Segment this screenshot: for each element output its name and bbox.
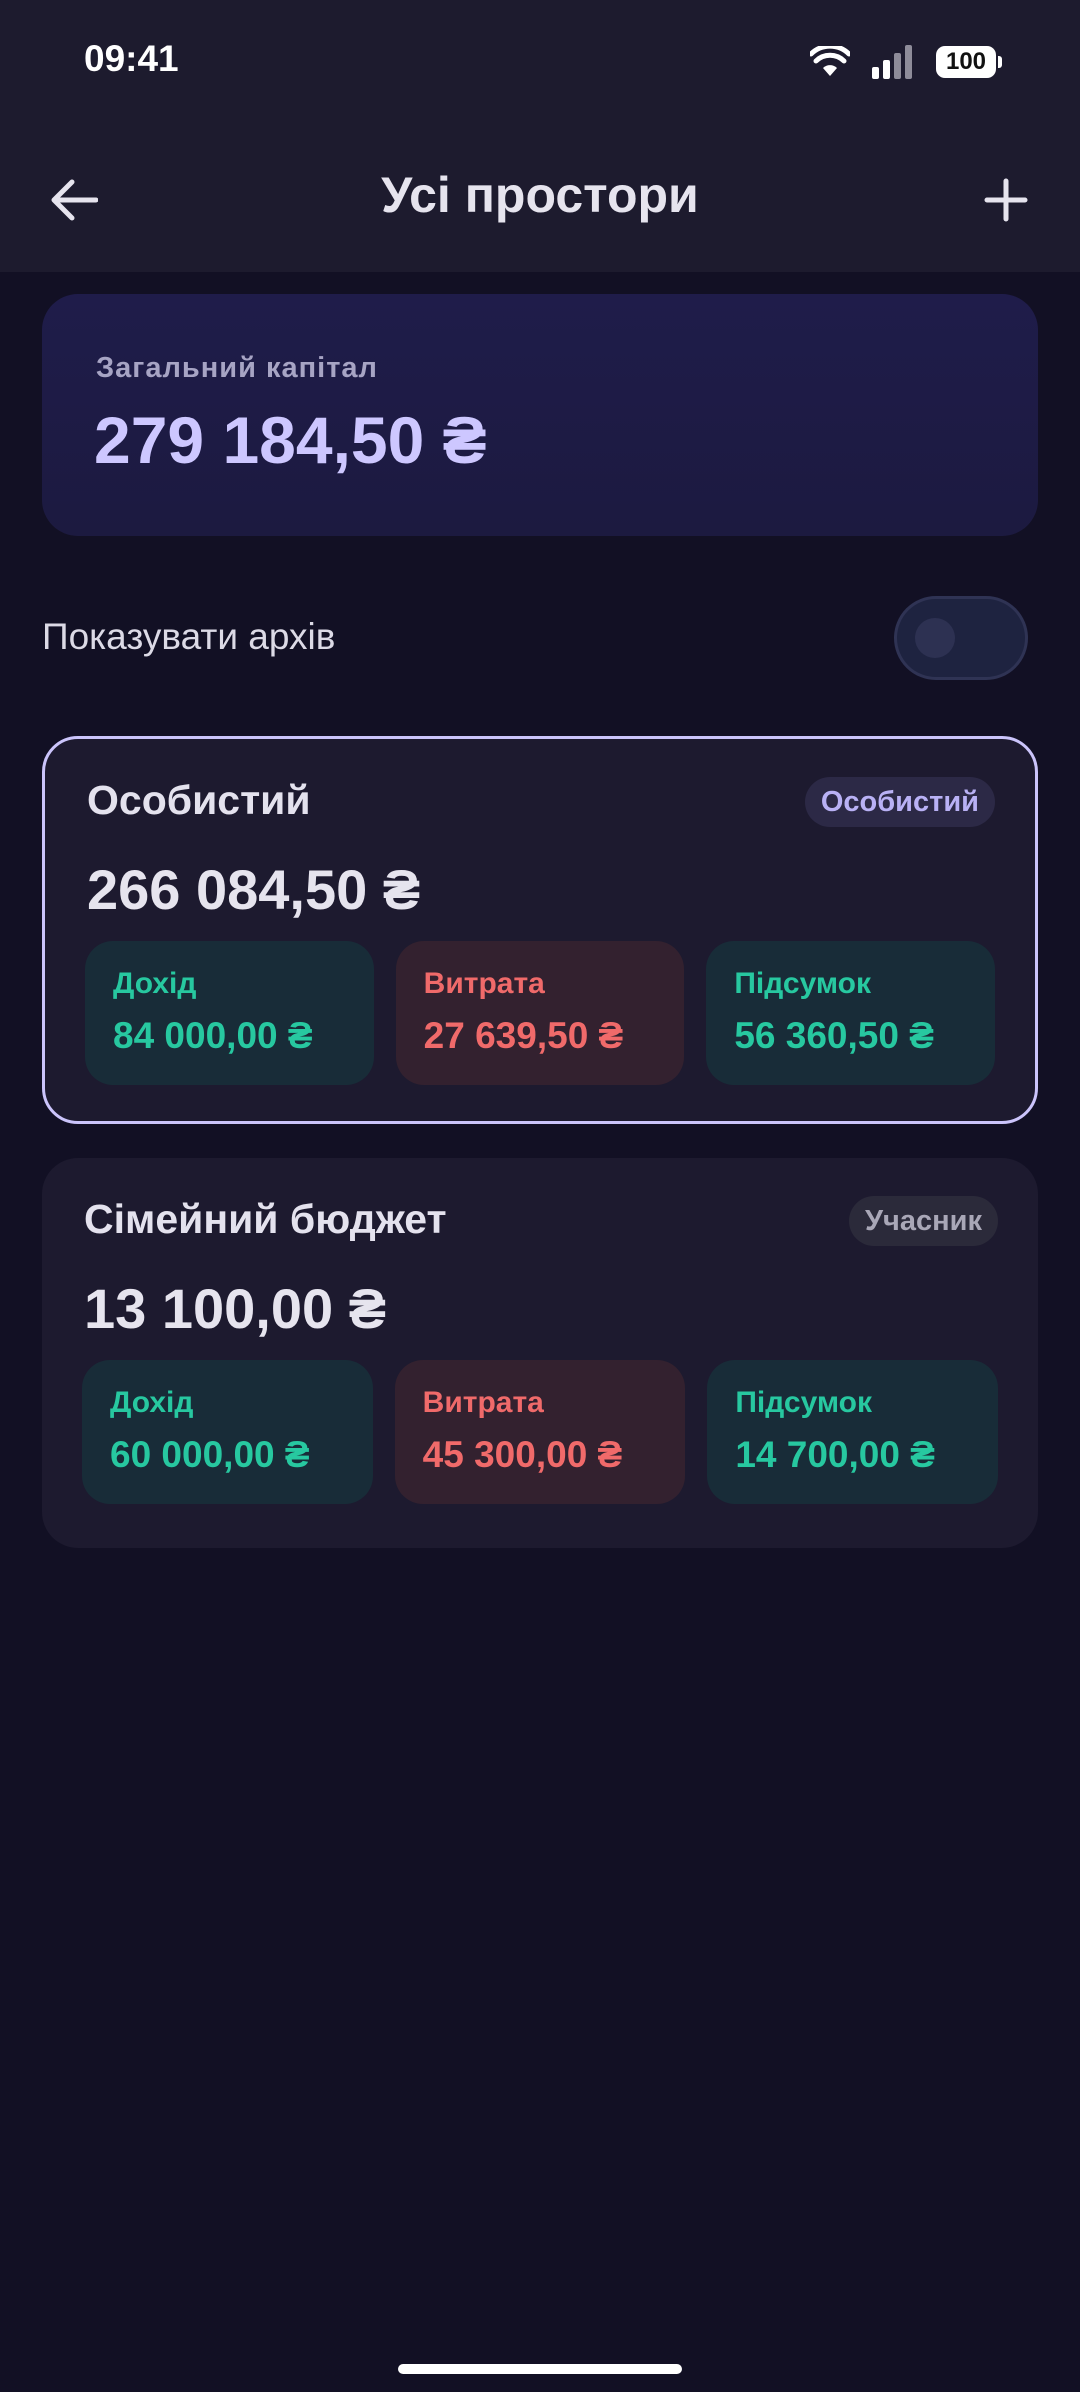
space-role-badge: Учасник: [849, 1196, 998, 1246]
page-title: Усі простори: [381, 167, 699, 223]
total-capital-label: Загальний капітал: [96, 352, 378, 384]
summary-value: 56 360,50 ₴: [734, 1015, 934, 1056]
space-metrics: Дохід 60 000,00 ₴ Витрата 45 300,00 ₴ Пі…: [82, 1360, 999, 1504]
income-value: 84 000,00 ₴: [113, 1015, 313, 1056]
expense-label: Витрата: [422, 1386, 544, 1419]
status-time: 09:41: [84, 38, 179, 79]
expense-value: 45 300,00 ₴: [422, 1434, 623, 1475]
toggle-knob: [915, 618, 955, 658]
battery-icon: 100: [936, 46, 1002, 78]
space-name: Особистий: [87, 777, 311, 823]
space-card-personal[interactable]: Особистий Особистий 266 084,50 ₴ Дохід 8…: [42, 736, 1038, 1124]
expense-tile: Витрата 45 300,00 ₴: [394, 1360, 686, 1504]
space-role-badge: Особистий: [804, 777, 995, 827]
expense-value: 27 639,50 ₴: [423, 1015, 624, 1056]
income-label: Дохід: [113, 967, 197, 1000]
expense-tile: Витрата 27 639,50 ₴: [395, 941, 685, 1085]
summary-label: Підсумок: [734, 967, 871, 1000]
show-archive-toggle[interactable]: [894, 596, 1028, 680]
summary-tile: Підсумок 14 700,00 ₴: [707, 1360, 999, 1504]
show-archive-row: Показувати архів: [42, 596, 1038, 686]
home-indicator[interactable]: [398, 2364, 682, 2374]
expense-label: Витрата: [423, 967, 545, 1000]
income-tile: Дохід 60 000,00 ₴: [82, 1360, 373, 1504]
space-name: Сімейний бюджет: [84, 1196, 447, 1242]
income-tile: Дохід 84 000,00 ₴: [85, 941, 374, 1085]
space-balance: 13 100,00 ₴: [84, 1277, 387, 1340]
space-card-family-budget[interactable]: Сімейний бюджет Учасник 13 100,00 ₴ Дохі…: [42, 1158, 1038, 1548]
signal-icon: [872, 45, 912, 79]
total-capital-value: 279 184,50 ₴: [94, 403, 487, 477]
wifi-icon: [810, 46, 850, 76]
summary-value: 14 700,00 ₴: [735, 1434, 935, 1475]
space-metrics: Дохід 84 000,00 ₴ Витрата 27 639,50 ₴ Пі…: [85, 941, 996, 1085]
total-capital-card: Загальний капітал 279 184,50 ₴: [42, 294, 1038, 536]
summary-label: Підсумок: [735, 1386, 872, 1419]
show-archive-label: Показувати архів: [42, 616, 336, 657]
income-value: 60 000,00 ₴: [110, 1434, 310, 1475]
summary-tile: Підсумок 56 360,50 ₴: [706, 941, 996, 1085]
app-bar: 09:41 100 Усі простори: [0, 0, 1080, 272]
add-space-button[interactable]: [966, 160, 1046, 240]
income-label: Дохід: [110, 1386, 194, 1419]
space-balance: 266 084,50 ₴: [87, 858, 421, 921]
status-icons: 100: [810, 40, 1002, 84]
plus-icon: [984, 178, 1028, 222]
